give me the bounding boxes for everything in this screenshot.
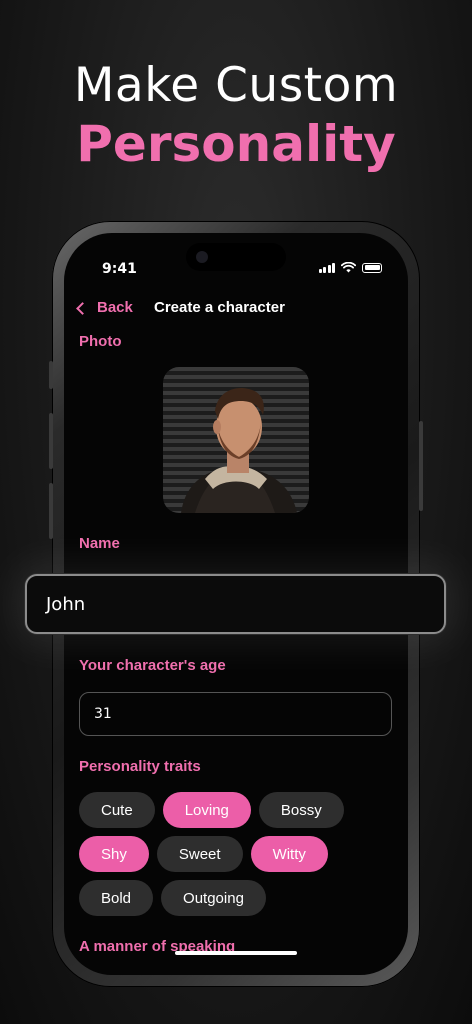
photo-label: Photo — [79, 333, 122, 350]
dynamic-island — [186, 243, 286, 271]
phone-volume-down — [49, 483, 53, 539]
age-label: Your character's age — [79, 657, 226, 674]
personality-traits-chips: Cute Loving Bossy Shy Sweet Witty Bold O… — [79, 792, 399, 924]
camera-icon — [196, 251, 208, 263]
character-portrait-image — [181, 387, 297, 513]
back-button[interactable]: Back — [76, 299, 133, 316]
page-title: Create a character — [154, 299, 285, 316]
back-label: Back — [97, 299, 133, 316]
trait-chip-outgoing[interactable]: Outgoing — [161, 880, 266, 916]
traits-label: Personality traits — [79, 758, 201, 775]
age-input[interactable]: 31 — [79, 692, 392, 736]
trait-chip-loving[interactable]: Loving — [162, 792, 251, 828]
trait-chip-cute[interactable]: Cute — [79, 792, 155, 828]
name-input[interactable]: John — [25, 574, 446, 634]
cellular-signal-icon — [318, 262, 335, 273]
status-icons — [318, 262, 382, 273]
wifi-icon — [341, 262, 356, 273]
trait-chip-bold[interactable]: Bold — [79, 880, 154, 916]
phone-action-button — [49, 361, 53, 389]
name-label: Name — [79, 535, 120, 552]
status-time: 9:41 — [102, 261, 137, 277]
promo-headline: Make Custom — [73, 58, 399, 113]
home-indicator[interactable] — [175, 951, 297, 955]
chevron-left-icon — [76, 301, 89, 315]
trait-chip-shy[interactable]: Shy — [79, 836, 149, 872]
trait-chip-sweet[interactable]: Sweet — [156, 836, 243, 872]
trait-chip-bossy[interactable]: Bossy — [258, 792, 344, 828]
phone-power-button — [419, 421, 423, 511]
character-photo[interactable] — [163, 367, 309, 513]
trait-chip-witty[interactable]: Witty — [250, 836, 328, 872]
phone-volume-up — [49, 413, 53, 469]
promo-headline-accent: Personality — [76, 115, 396, 173]
battery-icon — [362, 262, 382, 273]
